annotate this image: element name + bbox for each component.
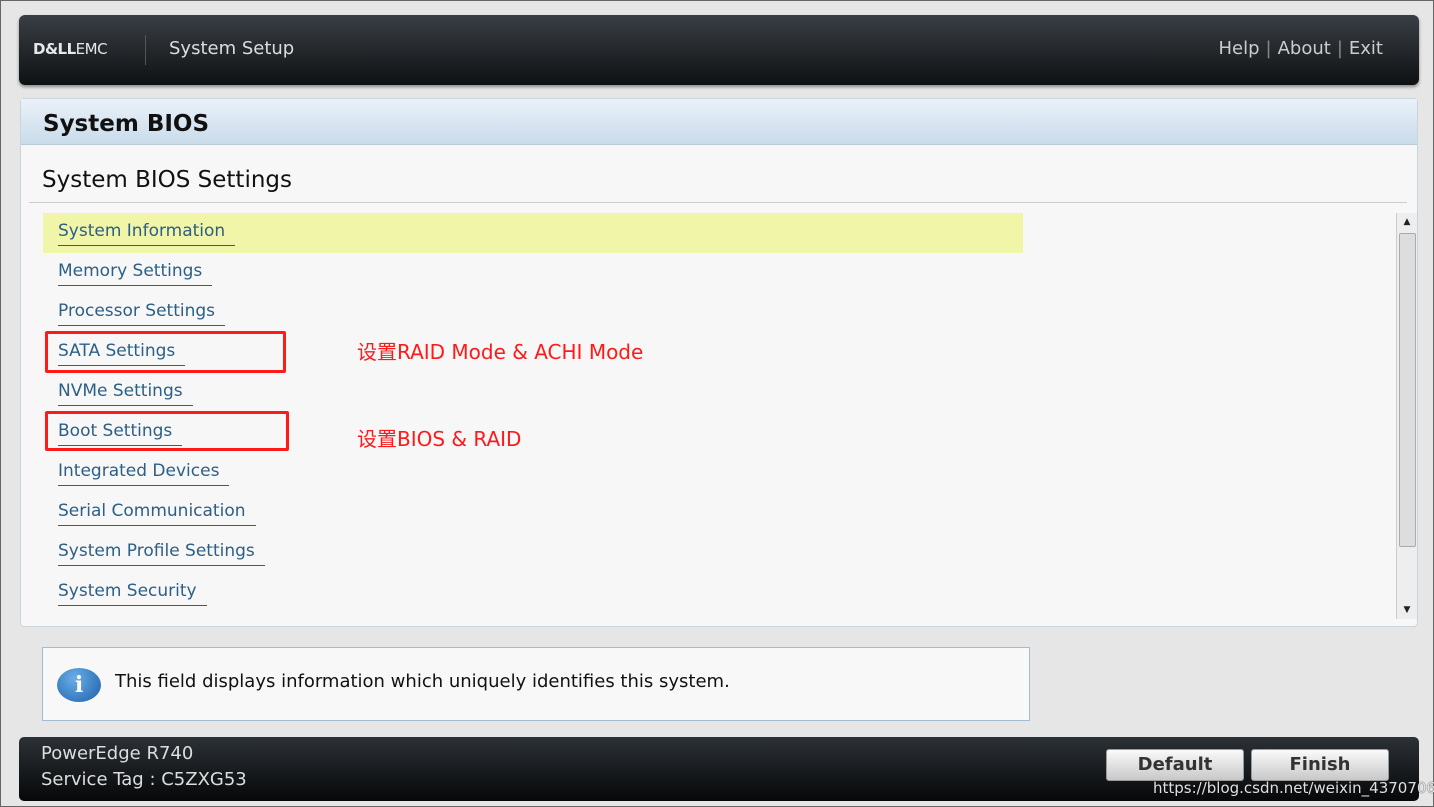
separator: | — [1336, 38, 1343, 59]
header-links: Help | About | Exit — [1218, 38, 1383, 59]
service-tag: Service Tag : C5ZXG53 — [41, 769, 247, 790]
menu-link[interactable]: System Information — [58, 221, 236, 246]
system-model: PowerEdge R740 — [41, 743, 194, 764]
menu-link[interactable]: Processor Settings — [58, 301, 226, 326]
panel-title: System BIOS — [21, 99, 1417, 145]
annotation-sata: 设置RAID Mode & ACHI Mode — [357, 340, 644, 364]
finish-button[interactable]: Finish — [1251, 749, 1389, 781]
annotation-box-boot — [45, 411, 289, 451]
annotation-boot: 设置BIOS & RAID — [357, 427, 522, 451]
app-title: System Setup — [169, 38, 295, 59]
menu-item-system-information[interactable]: System Information — [43, 213, 1023, 253]
top-bar: D&LLEMC System Setup Help | About | Exit — [19, 15, 1419, 85]
info-icon: i — [57, 668, 101, 702]
dell-emc-logo: D&LLEMC — [33, 40, 108, 58]
separator: | — [1265, 38, 1272, 59]
help-info-box: i This field displays information which … — [42, 647, 1030, 721]
annotation-box-sata — [45, 331, 286, 373]
menu-item-memory-settings[interactable]: Memory Settings — [43, 253, 1023, 293]
scroll-down-arrow-icon[interactable]: ▼ — [1397, 601, 1417, 619]
scrollbar-thumb[interactable] — [1399, 233, 1416, 547]
about-link[interactable]: About — [1278, 38, 1331, 59]
menu-item-integrated-devices[interactable]: Integrated Devices — [43, 453, 1023, 493]
scroll-up-arrow-icon[interactable]: ▲ — [1397, 213, 1417, 231]
help-text: This field displays information which un… — [115, 671, 730, 692]
exit-link[interactable]: Exit — [1349, 38, 1383, 59]
menu-link[interactable]: NVMe Settings — [58, 381, 193, 406]
menu-item-nvme-settings[interactable]: NVMe Settings — [43, 373, 1023, 413]
menu-item-system-security[interactable]: System Security — [43, 573, 1023, 613]
menu-link[interactable]: System Profile Settings — [58, 541, 265, 566]
menu-link[interactable]: System Security — [58, 581, 207, 606]
scrollbar[interactable]: ▲ ▼ — [1396, 213, 1417, 619]
menu-link[interactable]: Integrated Devices — [58, 461, 230, 486]
watermark: https://blog.csdn.net/weixin_43707067 — [1153, 779, 1434, 797]
menu-item-system-profile-settings[interactable]: System Profile Settings — [43, 533, 1023, 573]
menu-item-serial-communication[interactable]: Serial Communication — [43, 493, 1023, 533]
divider — [29, 202, 1407, 203]
menu-item-processor-settings[interactable]: Processor Settings — [43, 293, 1023, 333]
default-button[interactable]: Default — [1106, 749, 1244, 781]
menu-link[interactable]: Memory Settings — [58, 261, 213, 286]
menu-link[interactable]: Serial Communication — [58, 501, 256, 526]
page-title: System BIOS Settings — [42, 167, 292, 193]
help-link[interactable]: Help — [1218, 38, 1259, 59]
divider — [145, 35, 146, 65]
